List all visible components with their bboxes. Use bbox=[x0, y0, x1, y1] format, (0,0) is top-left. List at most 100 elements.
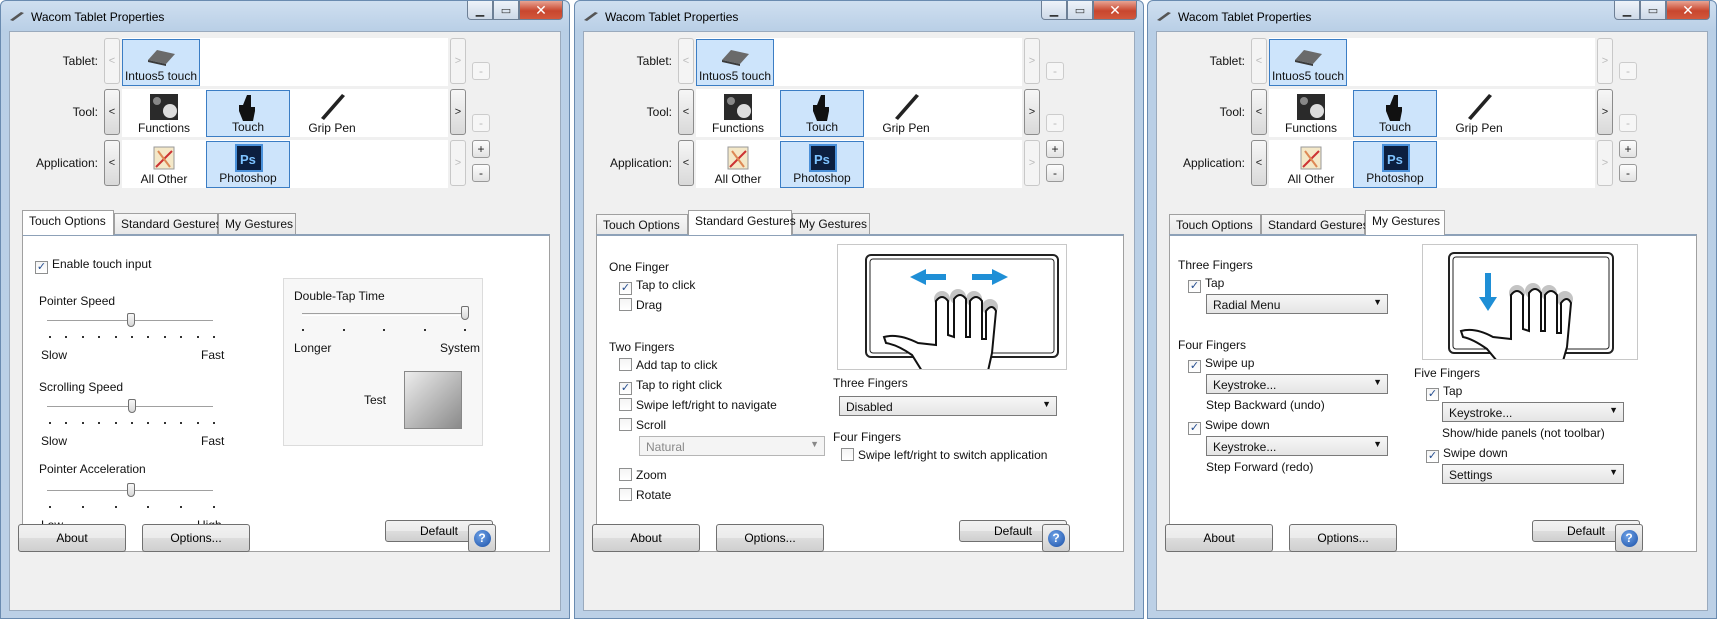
five-swipe-down-checkbox[interactable]: ✓ Swipe down bbox=[1426, 446, 1508, 463]
app-next-button[interactable]: > bbox=[1024, 140, 1040, 186]
tap-to-click-checkbox[interactable]: ✓ Tap to click bbox=[619, 278, 695, 295]
app-remove-button[interactable]: - bbox=[1619, 164, 1637, 182]
tool-prev-button[interactable]: < bbox=[1251, 89, 1267, 135]
tablet-next-button[interactable]: > bbox=[450, 38, 466, 84]
swipe-navigate-checkbox[interactable]: Swipe left/right to navigate bbox=[619, 398, 777, 412]
app-add-button[interactable]: + bbox=[472, 140, 490, 158]
scrolling-speed-slider[interactable] bbox=[128, 399, 136, 413]
tool-prev-button[interactable]: < bbox=[104, 89, 120, 135]
options-button[interactable]: Options... bbox=[1289, 524, 1397, 552]
pointer-speed-slider[interactable] bbox=[127, 313, 135, 327]
tool-item-grip-pen[interactable]: Grip Pen bbox=[1437, 90, 1521, 137]
tab-standard-gestures[interactable]: Standard Gestures bbox=[114, 213, 222, 234]
scroll-mode-dropdown[interactable]: Natural ▼ bbox=[639, 436, 825, 456]
swipe-down-checkbox[interactable]: ✓ Swipe down bbox=[1188, 418, 1270, 435]
app-item-photoshop[interactable]: Ps Photoshop bbox=[780, 141, 864, 188]
tab-touch-options[interactable]: Touch Options bbox=[22, 210, 114, 235]
tablet-next-button[interactable]: > bbox=[1024, 38, 1040, 84]
tablet-prev-button[interactable]: < bbox=[104, 38, 120, 84]
app-add-button[interactable]: + bbox=[1619, 140, 1637, 158]
title-bar[interactable]: Wacom Tablet Properties ▁ ▭ ✕ bbox=[1, 1, 569, 31]
tab-touch-options[interactable]: Touch Options bbox=[1169, 214, 1261, 235]
tablet-next-button[interactable]: > bbox=[1597, 38, 1613, 84]
tab-standard-gestures[interactable]: Standard Gestures bbox=[1261, 214, 1369, 235]
pointer-accel-slider[interactable] bbox=[127, 483, 135, 497]
about-button[interactable]: About bbox=[18, 524, 126, 552]
tool-item-functions[interactable]: Functions bbox=[122, 90, 206, 137]
minimize-button[interactable]: ▁ bbox=[1614, 1, 1640, 20]
tab-touch-options[interactable]: Touch Options bbox=[596, 214, 688, 235]
swipe-switch-app-checkbox[interactable]: Swipe left/right to switch application bbox=[841, 448, 1047, 462]
tool-item-grip-pen[interactable]: Grip Pen bbox=[864, 90, 948, 137]
five-tap-checkbox[interactable]: ✓ Tap bbox=[1426, 384, 1462, 401]
enable-touch-checkbox[interactable]: ✓ Enable touch input bbox=[35, 257, 151, 274]
app-prev-button[interactable]: < bbox=[104, 140, 120, 186]
three-fingers-dropdown[interactable]: Disabled ▼ bbox=[839, 396, 1057, 416]
maximize-button[interactable]: ▭ bbox=[493, 1, 519, 20]
options-button[interactable]: Options... bbox=[142, 524, 250, 552]
tool-item-touch[interactable]: Touch bbox=[206, 90, 290, 137]
about-button[interactable]: About bbox=[592, 524, 700, 552]
five-tap-action-dropdown[interactable]: Keystroke... ▼ bbox=[1442, 402, 1624, 422]
tool-item-touch[interactable]: Touch bbox=[1353, 90, 1437, 137]
tab-my-gestures[interactable]: My Gestures bbox=[792, 213, 870, 234]
title-bar[interactable]: Wacom Tablet Properties ▁ ▭ ✕ bbox=[575, 1, 1143, 31]
close-button[interactable]: ✕ bbox=[1093, 1, 1137, 20]
swipe-down-action-dropdown[interactable]: Keystroke... ▼ bbox=[1206, 436, 1388, 456]
scroll-checkbox[interactable]: Scroll bbox=[619, 418, 666, 432]
tablet-prev-button[interactable]: < bbox=[1251, 38, 1267, 84]
tablet-item-intuos5[interactable]: Intuos5 touch bbox=[122, 39, 200, 86]
tool-next-button[interactable]: > bbox=[1024, 89, 1040, 135]
app-remove-button[interactable]: - bbox=[1046, 164, 1064, 182]
tool-remove-button[interactable]: - bbox=[472, 114, 490, 132]
tablet-prev-button[interactable]: < bbox=[678, 38, 694, 84]
tablet-item-intuos5[interactable]: Intuos5 touch bbox=[696, 39, 774, 86]
help-button[interactable]: ? bbox=[1042, 524, 1070, 552]
rotate-checkbox[interactable]: Rotate bbox=[619, 488, 671, 502]
tool-item-functions[interactable]: Functions bbox=[696, 90, 780, 137]
tool-next-button[interactable]: > bbox=[450, 89, 466, 135]
zoom-checkbox[interactable]: Zoom bbox=[619, 468, 667, 482]
app-next-button[interactable]: > bbox=[1597, 140, 1613, 186]
tap-to-right-click-checkbox[interactable]: ✓ Tap to right click bbox=[619, 378, 722, 395]
three-tap-checkbox[interactable]: ✓ Tap bbox=[1188, 276, 1224, 293]
app-remove-button[interactable]: - bbox=[472, 164, 490, 182]
drag-checkbox[interactable]: Drag bbox=[619, 298, 662, 312]
help-button[interactable]: ? bbox=[1615, 524, 1643, 552]
tab-my-gestures[interactable]: My Gestures bbox=[1365, 210, 1445, 235]
tool-next-button[interactable]: > bbox=[1597, 89, 1613, 135]
tab-my-gestures[interactable]: My Gestures bbox=[218, 213, 296, 234]
close-button[interactable]: ✕ bbox=[1666, 1, 1710, 20]
tablet-remove-button[interactable]: - bbox=[472, 62, 490, 80]
tablet-item-intuos5[interactable]: Intuos5 touch bbox=[1269, 39, 1347, 86]
tab-standard-gestures[interactable]: Standard Gestures bbox=[688, 210, 796, 235]
title-bar[interactable]: Wacom Tablet Properties ▁ ▭ ✕ bbox=[1148, 1, 1716, 31]
tablet-remove-button[interactable]: - bbox=[1046, 62, 1064, 80]
double-tap-test-area[interactable] bbox=[404, 371, 462, 429]
close-button[interactable]: ✕ bbox=[519, 1, 563, 20]
five-swipe-down-action-dropdown[interactable]: Settings ▼ bbox=[1442, 464, 1624, 484]
app-item-all-other[interactable]: All Other bbox=[1269, 141, 1353, 188]
minimize-button[interactable]: ▁ bbox=[467, 1, 493, 20]
app-next-button[interactable]: > bbox=[450, 140, 466, 186]
add-tap-to-click-checkbox[interactable]: Add tap to click bbox=[619, 358, 717, 372]
tool-item-grip-pen[interactable]: Grip Pen bbox=[290, 90, 374, 137]
tablet-remove-button[interactable]: - bbox=[1619, 62, 1637, 80]
tool-remove-button[interactable]: - bbox=[1619, 114, 1637, 132]
help-button[interactable]: ? bbox=[468, 524, 496, 552]
tool-prev-button[interactable]: < bbox=[678, 89, 694, 135]
app-prev-button[interactable]: < bbox=[1251, 140, 1267, 186]
about-button[interactable]: About bbox=[1165, 524, 1273, 552]
app-item-all-other[interactable]: All Other bbox=[696, 141, 780, 188]
app-add-button[interactable]: + bbox=[1046, 140, 1064, 158]
app-prev-button[interactable]: < bbox=[678, 140, 694, 186]
minimize-button[interactable]: ▁ bbox=[1041, 1, 1067, 20]
tool-item-functions[interactable]: Functions bbox=[1269, 90, 1353, 137]
swipe-up-checkbox[interactable]: ✓ Swipe up bbox=[1188, 356, 1254, 373]
tool-item-touch[interactable]: Touch bbox=[780, 90, 864, 137]
app-item-photoshop[interactable]: Ps Photoshop bbox=[1353, 141, 1437, 188]
swipe-up-action-dropdown[interactable]: Keystroke... ▼ bbox=[1206, 374, 1388, 394]
maximize-button[interactable]: ▭ bbox=[1067, 1, 1093, 20]
maximize-button[interactable]: ▭ bbox=[1640, 1, 1666, 20]
options-button[interactable]: Options... bbox=[716, 524, 824, 552]
